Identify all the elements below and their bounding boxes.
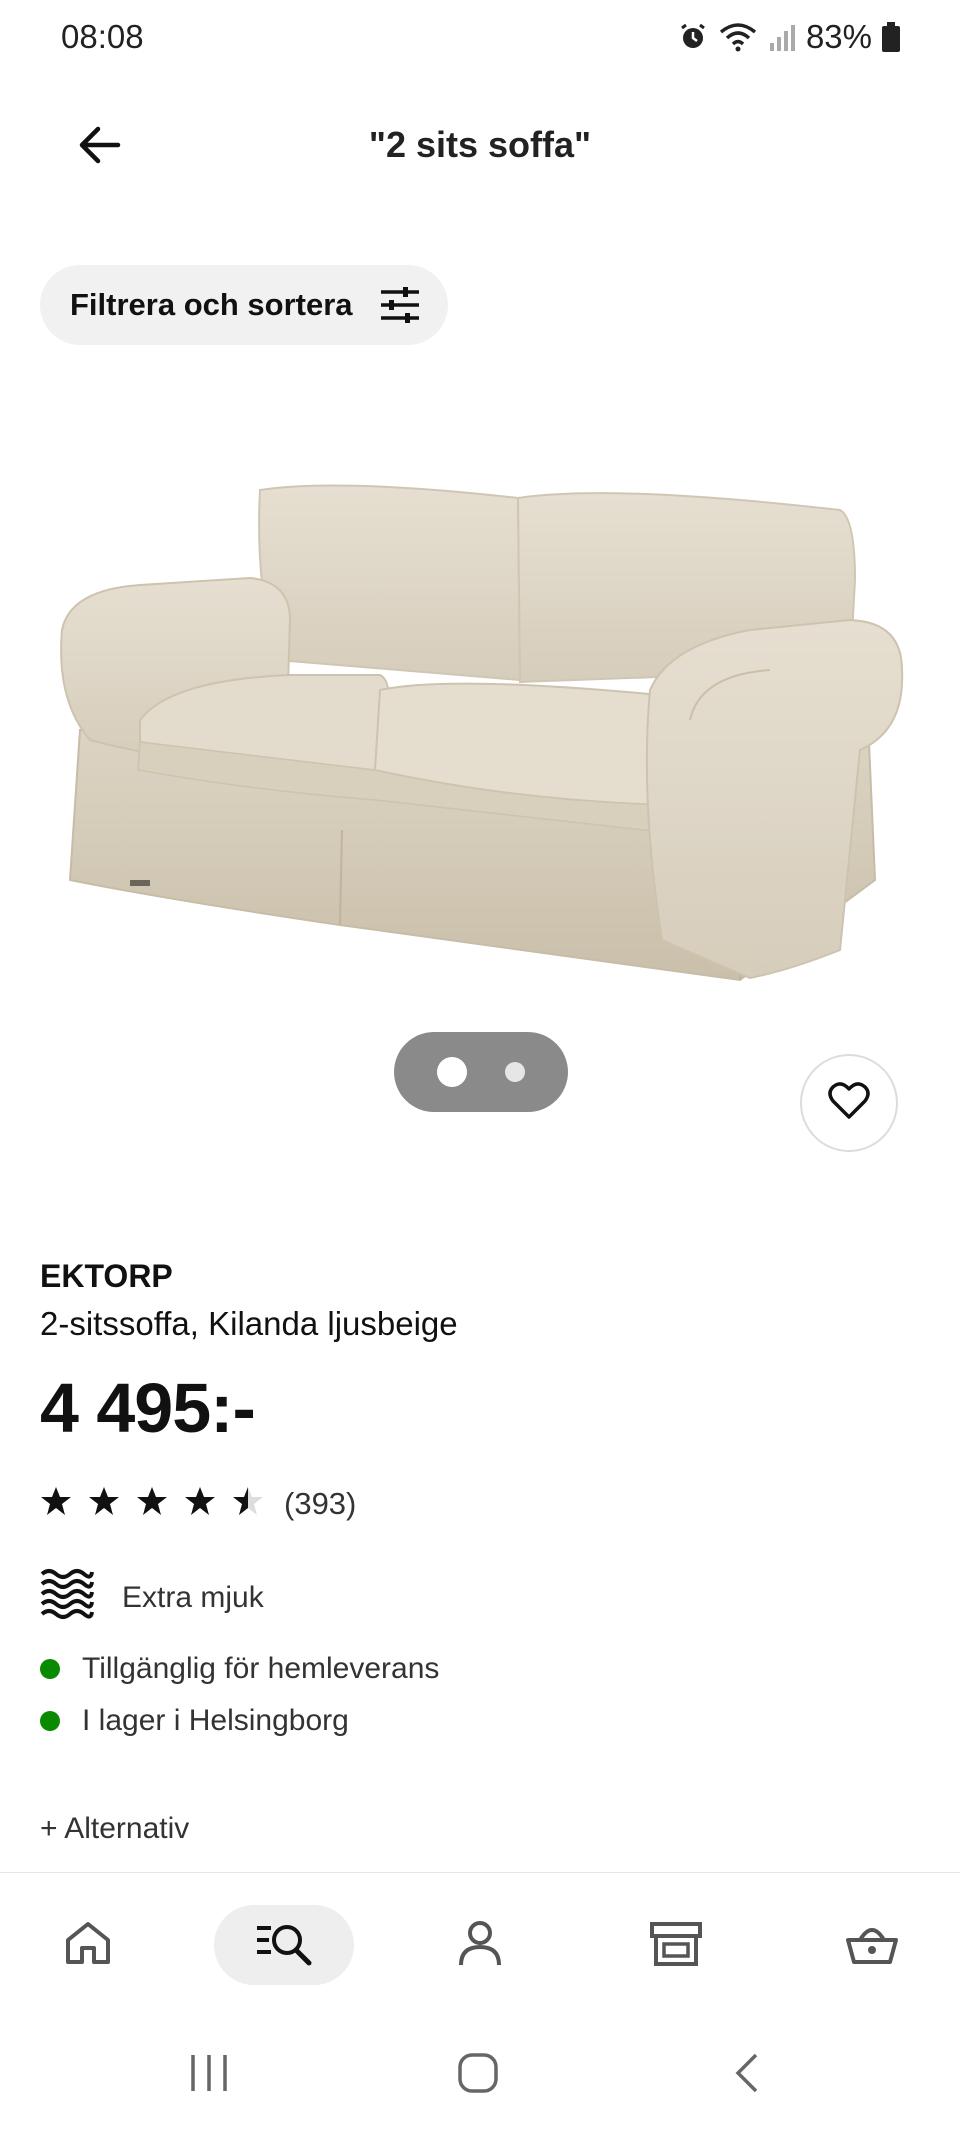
carousel-dot-2[interactable] xyxy=(505,1062,525,1082)
product-rating[interactable]: (393) xyxy=(40,1485,356,1522)
nav-home[interactable] xyxy=(18,1905,158,1985)
star-full-icon xyxy=(40,1485,72,1522)
softness-waves-icon xyxy=(40,1568,94,1627)
star-half-icon xyxy=(232,1485,264,1522)
favorite-button[interactable] xyxy=(800,1054,898,1152)
filter-sort-label: Filtrera och sortera xyxy=(70,287,353,322)
star-full-icon xyxy=(136,1485,168,1522)
wifi-icon xyxy=(718,22,758,52)
home-icon xyxy=(64,1920,112,1971)
product-feature: Extra mjuk xyxy=(40,1568,264,1627)
recent-apps-icon xyxy=(187,2053,231,2098)
review-count: (393) xyxy=(284,1485,357,1521)
nav-store[interactable] xyxy=(606,1905,746,1985)
recent-apps-button[interactable] xyxy=(164,2040,254,2110)
star-full-icon xyxy=(88,1485,120,1522)
profile-icon xyxy=(457,1919,503,1972)
availability-delivery: Tillgänglig för hemleverans xyxy=(40,1652,439,1686)
heart-icon xyxy=(827,1081,871,1126)
availability-status-dot xyxy=(40,1711,60,1731)
product-price: 4 495:- xyxy=(40,1369,256,1447)
availability-text: I lager i Helsingborg xyxy=(82,1704,349,1737)
star-full-icon xyxy=(184,1485,216,1522)
rating-stars xyxy=(40,1485,264,1522)
product-description[interactable]: 2-sitssoffa, Kilanda ljusbeige xyxy=(40,1305,458,1343)
image-carousel-indicator[interactable] xyxy=(394,1032,568,1112)
availability-text: Tillgänglig för hemleverans xyxy=(82,1652,440,1685)
carousel-dot-1[interactable] xyxy=(437,1057,467,1087)
sliders-icon xyxy=(379,286,421,324)
nav-profile[interactable] xyxy=(410,1905,550,1985)
signal-icon xyxy=(768,23,796,51)
product-brand[interactable]: EKTORP xyxy=(40,1258,173,1295)
page-title: "2 sits soffa" xyxy=(368,124,592,165)
nav-basket[interactable] xyxy=(802,1905,942,1985)
home-circle-icon xyxy=(456,2051,500,2100)
status-icons: 83% xyxy=(678,18,900,56)
feature-label: Extra mjuk xyxy=(122,1580,264,1614)
battery-percent: 83% xyxy=(805,18,872,55)
back-chevron-icon xyxy=(732,2051,762,2100)
filter-sort-button[interactable]: Filtrera och sortera xyxy=(40,265,448,345)
bottom-nav-divider xyxy=(0,1872,960,1873)
status-time: 08:08 xyxy=(61,18,144,55)
availability-store: I lager i Helsingborg xyxy=(40,1704,349,1738)
alternatives-link[interactable]: + Alternativ xyxy=(40,1812,189,1846)
product-image[interactable] xyxy=(50,470,910,990)
system-back-button[interactable] xyxy=(702,2040,792,2110)
alarm-icon xyxy=(678,22,708,52)
availability-status-dot xyxy=(40,1659,60,1679)
basket-icon xyxy=(846,1920,898,1971)
search-list-icon xyxy=(255,1920,313,1971)
battery-icon xyxy=(882,22,900,52)
sofa-illustration xyxy=(60,484,904,982)
store-icon xyxy=(650,1920,702,1971)
nav-search[interactable] xyxy=(214,1905,354,1985)
system-home-button[interactable] xyxy=(433,2040,523,2110)
